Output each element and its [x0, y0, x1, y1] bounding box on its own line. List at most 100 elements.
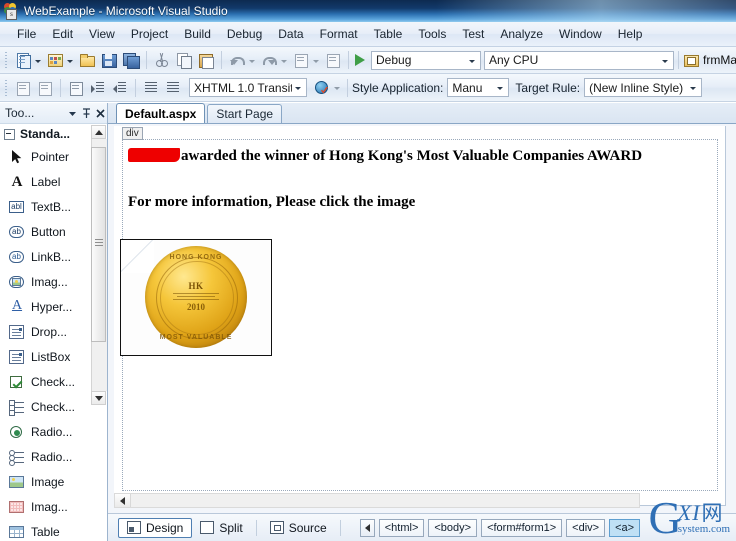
- toolbar-grip[interactable]: [3, 78, 10, 97]
- copy-button[interactable]: [173, 50, 195, 71]
- menu-item-edit[interactable]: Edit: [44, 24, 81, 44]
- menu-item-analyze[interactable]: Analyze: [492, 24, 551, 44]
- menu-item-view[interactable]: View: [81, 24, 123, 44]
- insert-tag-button[interactable]: [65, 77, 87, 98]
- style-application-combo[interactable]: Manu: [447, 78, 510, 97]
- redaction-block: [128, 148, 180, 162]
- tab-default-aspx[interactable]: Default.aspx: [116, 103, 206, 123]
- menu-item-data[interactable]: Data: [270, 24, 311, 44]
- menu-item-project[interactable]: Project: [123, 24, 176, 44]
- solution-configuration-combo[interactable]: Debug: [371, 50, 481, 70]
- decrease-indent-button[interactable]: [109, 77, 131, 98]
- design-view-button[interactable]: Design: [118, 517, 193, 538]
- design-horizontal-scrollbar[interactable]: [114, 493, 640, 508]
- target-rule-combo[interactable]: (New Inline Style): [584, 78, 703, 97]
- toolbox-close-icon[interactable]: [93, 108, 107, 119]
- navigate-forward-button[interactable]: [322, 50, 344, 71]
- target-rule-chevron-down-icon[interactable]: [687, 79, 701, 96]
- open-file-button[interactable]: [76, 50, 98, 71]
- scroll-up-button[interactable]: [91, 125, 106, 139]
- cut-button[interactable]: [151, 50, 173, 71]
- navigate-backward-chevron-down-icon[interactable]: [313, 59, 319, 63]
- tag-chip-form[interactable]: <form#form1>: [481, 518, 563, 537]
- increase-indent-button[interactable]: [87, 77, 109, 98]
- toolbox-chevron-down-icon[interactable]: [65, 109, 79, 118]
- tag-navigator: <html> <body> <form#form1> <div> <a>: [359, 518, 641, 537]
- toolbar-separator: [678, 51, 679, 69]
- linkbutton-icon: ab: [9, 249, 25, 265]
- save-button[interactable]: [98, 50, 120, 71]
- div-tag-marker[interactable]: div: [122, 127, 143, 140]
- toolbox-item-label: Imag...: [31, 274, 68, 289]
- tag-navigator-prev-button[interactable]: [359, 518, 375, 537]
- menu-item-table[interactable]: Table: [366, 24, 411, 44]
- doctype-combo[interactable]: XHTML 1.0 Transitic: [189, 78, 307, 97]
- save-all-button[interactable]: [120, 50, 142, 71]
- navigate-backward-button[interactable]: [290, 50, 312, 71]
- table-icon: [9, 524, 25, 540]
- toolbox-item-image[interactable]: Image: [0, 469, 107, 494]
- design-surface-wrapper: div awarded the winner of Hong Kong's Mo…: [108, 124, 736, 541]
- collapse-icon[interactable]: [4, 128, 15, 140]
- style-application-chevron-down-icon[interactable]: [494, 79, 508, 96]
- menu-item-tools[interactable]: Tools: [410, 24, 454, 44]
- solution-platform-combo[interactable]: Any CPU: [484, 50, 674, 70]
- toolbox-pin-icon[interactable]: [79, 107, 93, 119]
- toolbox-scrollbar[interactable]: [91, 125, 107, 405]
- tag-chip-body[interactable]: <body>: [428, 518, 478, 537]
- tab-start-page[interactable]: Start Page: [207, 104, 283, 123]
- navigate-backward-icon: [293, 52, 309, 68]
- menu-item-help[interactable]: Help: [610, 24, 651, 44]
- medal-arc-top: HONG KONG: [169, 254, 223, 261]
- new-project-chevron-down-icon[interactable]: [35, 59, 41, 63]
- redo-button[interactable]: [258, 50, 280, 71]
- align-lines-button[interactable]: [140, 77, 162, 98]
- undo-chevron-down-icon[interactable]: [249, 59, 255, 63]
- toolbox-item-imagemap[interactable]: Imag...: [0, 494, 107, 519]
- design-view-icon: [127, 521, 141, 534]
- tag-chip-div[interactable]: <div>: [566, 518, 606, 537]
- scroll-down-button[interactable]: [91, 391, 106, 405]
- award-image-placeholder[interactable]: HONG KONG HK 2010 MOST VALUABLE: [120, 239, 272, 356]
- new-project-button[interactable]: [12, 50, 34, 71]
- toolbox-panel: Too... Standa... Pointer A Label abl Tex…: [0, 103, 108, 541]
- format-block-alt-button[interactable]: [34, 77, 56, 98]
- decrease-indent-icon: [112, 80, 128, 96]
- undo-button[interactable]: [226, 50, 248, 71]
- format-selection-button[interactable]: [162, 77, 184, 98]
- solution-configuration-chevron-down-icon[interactable]: [466, 52, 480, 69]
- scroll-left-button[interactable]: [115, 494, 131, 507]
- radiobuttonlist-icon: [9, 449, 25, 466]
- toolbox-item-radiobutton[interactable]: Radio...: [0, 419, 107, 444]
- tag-chip-anchor[interactable]: <a>: [609, 518, 641, 537]
- menu-item-test[interactable]: Test: [454, 24, 492, 44]
- doctype-chevron-down-icon[interactable]: [292, 79, 306, 96]
- menu-item-file[interactable]: File: [9, 24, 44, 44]
- toolbar-grip[interactable]: [3, 51, 10, 69]
- tag-chip-html[interactable]: <html>: [378, 518, 425, 537]
- medal-center: HK 2010: [167, 271, 225, 323]
- medal-arc-bottom: MOST VALUABLE: [159, 334, 233, 341]
- add-new-item-chevron-down-icon[interactable]: [67, 59, 73, 63]
- paste-button[interactable]: [195, 50, 217, 71]
- redo-chevron-down-icon[interactable]: [281, 59, 287, 63]
- toolbox-item-radiobuttonlist[interactable]: Radio...: [0, 444, 107, 469]
- design-surface[interactable]: div awarded the winner of Hong Kong's Mo…: [114, 126, 726, 506]
- scrollbar-thumb[interactable]: [91, 147, 106, 342]
- solution-platform-chevron-down-icon[interactable]: [659, 52, 673, 69]
- design-view-label: Design: [146, 520, 184, 535]
- toolbar-overflow-chevron-down-icon[interactable]: [334, 87, 340, 90]
- source-view-button[interactable]: Source: [262, 518, 335, 538]
- add-new-item-button[interactable]: [44, 50, 66, 71]
- solution-platform-value: Any CPU: [489, 53, 539, 67]
- toolbox-item-table[interactable]: Table: [0, 519, 107, 541]
- menu-item-build[interactable]: Build: [176, 24, 219, 44]
- split-view-label: Split: [219, 520, 243, 535]
- menu-item-window[interactable]: Window: [551, 24, 610, 44]
- format-block-button[interactable]: [12, 77, 34, 98]
- split-view-button[interactable]: Split: [192, 518, 250, 538]
- menu-item-debug[interactable]: Debug: [219, 24, 270, 44]
- start-debugging-icon[interactable]: [355, 54, 365, 66]
- menu-item-format[interactable]: Format: [312, 24, 366, 44]
- validate-page-button[interactable]: [311, 77, 333, 98]
